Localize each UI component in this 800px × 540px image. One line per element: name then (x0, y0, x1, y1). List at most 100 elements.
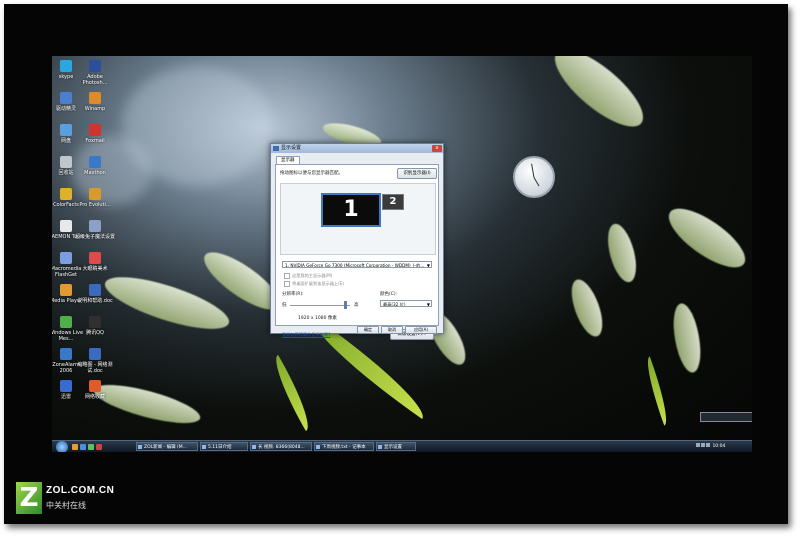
monitor-1[interactable]: 1 (321, 193, 381, 227)
apply-button[interactable]: 应用(A) (405, 326, 437, 334)
quick-launch-icon[interactable] (80, 444, 86, 450)
desktop-icon[interactable]: 网络收藏 (75, 380, 115, 400)
app-icon (89, 156, 101, 168)
quick-launch-icon[interactable] (96, 444, 102, 450)
taskbar-button-label: 长 视频. 8366(8048... (258, 445, 305, 450)
monitor-2[interactable]: 2 (382, 194, 404, 210)
clock-hand (531, 163, 535, 178)
volume-icon[interactable] (701, 443, 705, 447)
resolution-low: 低 (282, 303, 287, 308)
app-icon (60, 60, 72, 72)
taskbar-button-label: 下周视频.txt - 记事本 (322, 445, 366, 450)
desktop-icon[interactable]: 说明和帮助.doc (75, 284, 115, 304)
desktop-icon-label: 说明和帮助.doc (77, 298, 113, 304)
taskbar-button[interactable]: ZOL新闻 - 编辑 (M... (136, 442, 198, 451)
app-icon (60, 124, 72, 136)
app-icon (89, 220, 101, 232)
taskbar-button[interactable]: 长 视频. 8366(8048... (250, 442, 312, 451)
identify-monitors-button[interactable]: 识别显示器(I) (397, 168, 437, 179)
resolution-slider-track[interactable] (290, 305, 350, 306)
cancel-button[interactable]: 取消 (381, 326, 403, 334)
checkbox-box (284, 273, 290, 279)
app-icon (60, 316, 72, 328)
desktop-icon[interactable]: 腾讯QQ (75, 316, 115, 336)
desktop-icon-label: Pro Evoluti... (79, 202, 111, 208)
main-display-label: 这是我的主显示器(M) (292, 273, 333, 278)
chevron-down-icon: ▼ (426, 302, 430, 307)
close-button[interactable]: x (432, 145, 442, 152)
main-display-checkbox[interactable]: 这是我的主显示器(M) (284, 273, 332, 279)
app-icon (89, 316, 101, 328)
help-link[interactable]: 我如何获得最佳显示效果? (282, 332, 330, 338)
quick-launch-icon[interactable] (72, 444, 78, 450)
app-icon (89, 380, 101, 392)
wallpaper-leaf (640, 356, 674, 426)
power-icon[interactable] (706, 443, 710, 447)
quick-launch-icon[interactable] (88, 444, 94, 450)
display-icon (273, 146, 279, 151)
window-icon (378, 445, 382, 449)
taskbar-button-label: 显示设置 (384, 445, 402, 450)
desktop-icon[interactable]: Adobe Photosh... (75, 60, 115, 86)
zol-logo-icon: Z (16, 482, 42, 514)
dialog-body: 拖动图标以便与您显示器匹配。 识别显示器(I) 1 2 1. NVIDIA Ge… (275, 164, 439, 340)
desktop-icon[interactable]: 大眼睛美术 (75, 252, 115, 272)
taskbar-button[interactable]: 下周视频.txt - 记事本 (314, 442, 374, 451)
desktop-icon[interactable]: Winamp (75, 92, 115, 112)
wallpaper-grass-head (669, 301, 705, 375)
taskbar: ZOL新闻 - 编辑 (M... 5.11日介绍 长 视频. 8366(8048..… (52, 440, 752, 452)
wallpaper-grass-head (565, 275, 609, 341)
desktop-icon-label: 超级兔子魔法设置 (75, 234, 116, 240)
system-tray: 10:04 (696, 442, 748, 451)
clock-hand (533, 177, 540, 187)
desktop-icon-label: 网络收藏 (84, 394, 105, 400)
desktop-icon-label: Adobe Photosh... (82, 74, 108, 86)
extend-desktop-label: 将桌面扩展到该显示器上(E) (292, 281, 344, 286)
sidebar-gadget-bar[interactable] (700, 412, 752, 422)
clock-gadget[interactable] (513, 156, 555, 198)
display-select[interactable]: 1. NVIDIA GeForce Go 7300 (Microsoft Cor… (282, 261, 432, 268)
desktop-icon[interactable]: 缩略图 - 网络测试.doc (75, 348, 115, 374)
desktop-icon[interactable]: 超级兔子魔法设置 (75, 220, 115, 240)
ok-button[interactable]: 确定 (357, 326, 379, 334)
desktop-icon-label: 腾讯QQ (86, 330, 104, 336)
desktop-icon-label: 大眼睛美术 (82, 266, 108, 272)
app-icon (89, 284, 101, 296)
watermark-brand: ZOL.COM.CN (46, 485, 115, 496)
wallpaper-leaf (265, 354, 319, 432)
checkbox-box (284, 281, 290, 287)
desktop-icon-label: 缩略图 - 网络测试.doc (77, 362, 113, 374)
window-icon (316, 445, 320, 449)
resolution-slider-thumb[interactable] (344, 301, 348, 309)
resolution-high: 高 (354, 303, 359, 308)
desktop-icon[interactable]: Maxthon (75, 156, 115, 176)
wallpaper-grass-head (660, 198, 752, 278)
start-button[interactable] (56, 441, 68, 452)
zol-watermark: Z ZOL.COM.CN 中关村在线 (16, 482, 136, 518)
app-icon (60, 92, 72, 104)
taskbar-button-label: ZOL新闻 - 编辑 (M... (144, 445, 187, 450)
taskbar-button[interactable]: 5.11日介绍 (200, 442, 248, 451)
window-icon (252, 445, 256, 449)
extend-desktop-checkbox[interactable]: 将桌面扩展到该显示器上(E) (284, 281, 344, 287)
dialog-titlebar[interactable]: 显示设置 x (271, 144, 443, 153)
taskbar-button[interactable]: 显示设置 (376, 442, 416, 451)
app-icon (60, 252, 72, 264)
desktop-icon[interactable]: Pro Evoluti... (75, 188, 115, 208)
wallpaper-grass-head (544, 56, 654, 139)
color-select-value: 最高(32 位) (383, 302, 406, 307)
app-icon (89, 348, 101, 360)
monitor-arrangement: 1 2 (280, 183, 436, 255)
desktop-icon[interactable]: Foxmail (75, 124, 115, 144)
wallpaper-grass-head (602, 220, 642, 286)
desktop-icon-label: Winamp (84, 106, 106, 112)
tray-clock[interactable]: 10:04 (712, 444, 725, 449)
app-icon (60, 348, 72, 360)
app-icon (89, 252, 101, 264)
color-select[interactable]: 最高(32 位) ▼ (380, 300, 432, 307)
network-icon[interactable] (696, 443, 700, 447)
app-icon (60, 220, 72, 232)
app-icon (89, 92, 101, 104)
taskbar-button-label: 5.11日介绍 (208, 445, 232, 450)
dialog-title: 显示设置 (281, 145, 302, 151)
